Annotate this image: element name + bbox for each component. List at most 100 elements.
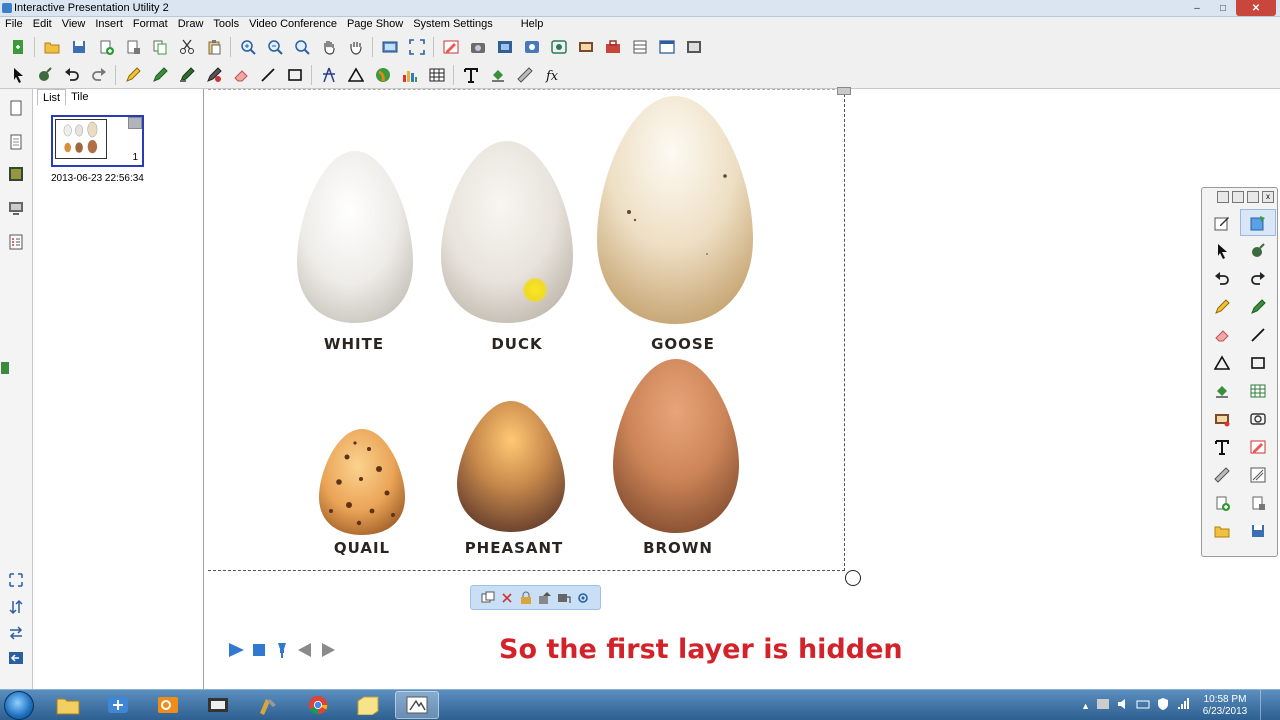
new-page-icon[interactable]: [4, 35, 31, 59]
fullscreen-icon[interactable]: [403, 35, 430, 59]
marker-icon[interactable]: [146, 63, 173, 87]
tbx-add-page-icon[interactable]: [1204, 489, 1240, 516]
tab-list[interactable]: List: [37, 89, 67, 105]
tbx-marker-icon[interactable]: [1240, 293, 1276, 320]
zoom-out-icon[interactable]: [261, 35, 288, 59]
network-icon[interactable]: [1176, 697, 1190, 714]
expand-icon[interactable]: [5, 569, 27, 591]
tbx-camera-icon[interactable]: [1240, 405, 1276, 432]
clone-icon[interactable]: [481, 591, 495, 605]
text-icon[interactable]: [457, 63, 484, 87]
fill-bucket-icon[interactable]: [484, 63, 511, 87]
line-icon[interactable]: [254, 63, 281, 87]
menu-system-settings[interactable]: System Settings: [408, 17, 497, 33]
window-icon[interactable]: [653, 35, 680, 59]
tbx-select-icon[interactable]: [1204, 237, 1240, 264]
tbx-line-icon[interactable]: [1240, 321, 1276, 348]
add-page-icon[interactable]: [92, 35, 119, 59]
rectangle-icon[interactable]: [281, 63, 308, 87]
tab-tile[interactable]: Tile: [66, 89, 93, 105]
stop-icon[interactable]: [250, 641, 268, 659]
undo-icon[interactable]: [58, 63, 85, 87]
tbx-table-icon[interactable]: [1240, 377, 1276, 404]
spotlight-icon[interactable]: [545, 35, 572, 59]
play-icon[interactable]: [227, 641, 245, 659]
capture-icon[interactable]: [491, 35, 518, 59]
tbx-annotate-icon[interactable]: [1240, 433, 1276, 460]
tbx-ruler-icon[interactable]: [1204, 461, 1240, 488]
delete-object-icon[interactable]: [500, 591, 514, 605]
tbx-undo-icon[interactable]: [1204, 265, 1240, 292]
toolbox-close-icon[interactable]: x: [1262, 191, 1274, 203]
toolbox-icon[interactable]: [599, 35, 626, 59]
keyboard-icon[interactable]: [1136, 697, 1150, 714]
brush-icon[interactable]: [200, 63, 227, 87]
tbx-rectangle-icon[interactable]: [1240, 349, 1276, 376]
object-settings-icon[interactable]: [576, 591, 590, 605]
collapse-tab-icon[interactable]: [0, 357, 12, 379]
globe-icon[interactable]: [369, 63, 396, 87]
menu-page-show[interactable]: Page Show: [342, 17, 408, 33]
display-icon[interactable]: [680, 35, 707, 59]
tbx-open-folder-icon[interactable]: [1204, 517, 1240, 544]
table-icon[interactable]: [423, 63, 450, 87]
menu-video-conference[interactable]: Video Conference: [244, 17, 342, 33]
taskbar-remote-icon[interactable]: [96, 691, 140, 719]
toolbox-minimize-icon[interactable]: [1247, 191, 1259, 203]
eraser-ball-icon[interactable]: [31, 63, 58, 87]
eraser-icon[interactable]: [227, 63, 254, 87]
save-icon[interactable]: [65, 35, 92, 59]
previous-page-icon[interactable]: [296, 641, 314, 659]
menu-tools[interactable]: Tools: [208, 17, 244, 33]
document-icon[interactable]: [5, 131, 27, 153]
tray-expand-icon[interactable]: ▲: [1081, 701, 1090, 711]
ruler-icon[interactable]: [511, 63, 538, 87]
whiteboard-canvas[interactable]: WHITE DUCK GOOSE QUAIL PHEASANT BROWN So…: [205, 87, 1280, 689]
tbx-delete-page-icon[interactable]: [1240, 489, 1276, 516]
bring-forward-icon[interactable]: [538, 591, 552, 605]
start-button[interactable]: [4, 691, 34, 720]
zoom-fit-icon[interactable]: [288, 35, 315, 59]
menu-format[interactable]: Format: [128, 17, 173, 33]
tbx-pencil-icon[interactable]: [1204, 293, 1240, 320]
swap-icon[interactable]: [5, 622, 27, 644]
menu-help[interactable]: Help: [516, 17, 549, 33]
pan-hand-icon[interactable]: [315, 35, 342, 59]
compass-icon[interactable]: [315, 63, 342, 87]
bar-chart-icon[interactable]: [396, 63, 423, 87]
tbx-text-icon[interactable]: [1204, 433, 1240, 460]
menu-insert[interactable]: Insert: [90, 17, 128, 33]
resize-handle[interactable]: [845, 570, 861, 586]
record-icon[interactable]: [518, 35, 545, 59]
send-backward-icon[interactable]: [557, 591, 571, 605]
minimize-button[interactable]: –: [1184, 0, 1210, 16]
volume-icon[interactable]: [1116, 697, 1130, 714]
cut-icon[interactable]: [173, 35, 200, 59]
taskbar-chrome-icon[interactable]: [296, 691, 340, 719]
menu-draw[interactable]: Draw: [173, 17, 209, 33]
maximize-button[interactable]: □: [1210, 0, 1236, 16]
lock-icon[interactable]: [519, 591, 533, 605]
tbx-save-icon[interactable]: [1240, 517, 1276, 544]
floating-toolbox[interactable]: x: [1201, 187, 1278, 557]
toolbox-restore-icon[interactable]: [1232, 191, 1244, 203]
camera-icon[interactable]: [464, 35, 491, 59]
security-icon[interactable]: [1156, 697, 1170, 714]
tbx-film-icon[interactable]: [1204, 405, 1240, 432]
film-icon[interactable]: [572, 35, 599, 59]
menu-view[interactable]: View: [57, 17, 91, 33]
tbx-protractor-icon[interactable]: [1240, 461, 1276, 488]
egg-brown[interactable]: [611, 357, 741, 535]
dock-left-icon[interactable]: [5, 647, 27, 669]
menu-file[interactable]: File: [0, 17, 28, 33]
egg-goose[interactable]: [595, 94, 755, 326]
object-menu-handle[interactable]: [837, 87, 851, 95]
taskbar-presentation-app-icon[interactable]: [395, 691, 439, 719]
menu-edit[interactable]: Edit: [28, 17, 57, 33]
copy-page-icon[interactable]: [146, 35, 173, 59]
edit-mode-icon[interactable]: [1204, 209, 1240, 236]
tbx-eraser-icon[interactable]: [1204, 321, 1240, 348]
next-page-icon[interactable]: [319, 641, 337, 659]
taskbar-notes-icon[interactable]: [346, 691, 390, 719]
function-icon[interactable]: fx: [538, 63, 565, 87]
